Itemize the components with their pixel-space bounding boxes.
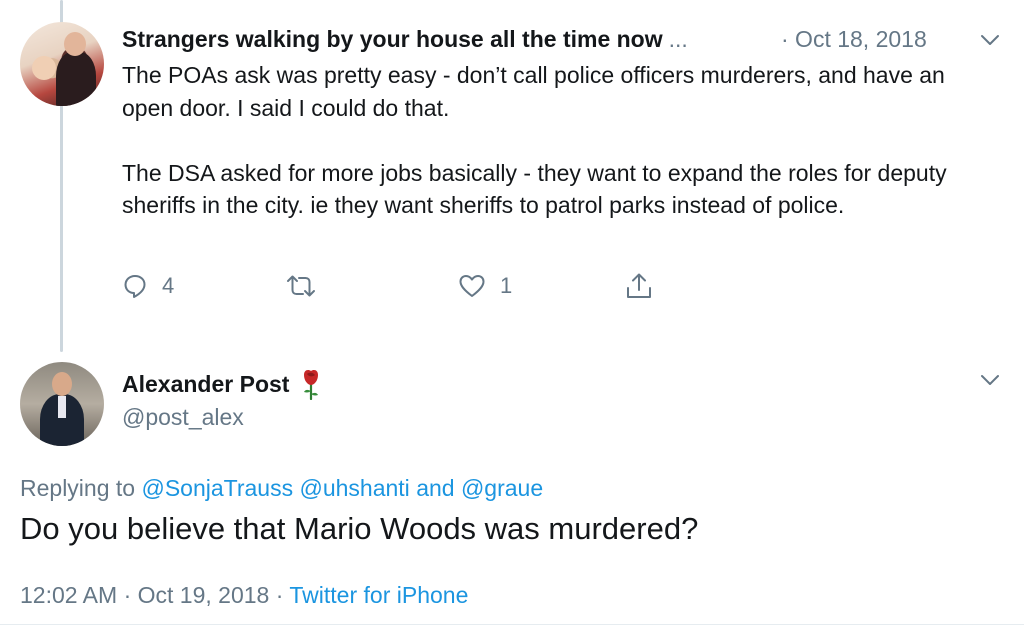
tweet2-date[interactable]: Oct 19, 2018 — [138, 582, 270, 608]
retweet-icon — [287, 275, 315, 297]
tweet2-display-name[interactable]: Alexander Post — [122, 368, 289, 400]
share-button[interactable] — [624, 268, 654, 304]
tweet1-display-name[interactable]: Strangers walking by your house all the … — [122, 26, 663, 52]
replying-prefix: Replying to — [20, 475, 136, 501]
retweet-button[interactable] — [286, 268, 330, 304]
replying-and: and — [416, 475, 455, 501]
tweet2-meta: 12:02 AM · Oct 19, 2018 · Twitter for iP… — [20, 579, 468, 611]
rose-icon — [304, 370, 319, 400]
share-icon — [627, 273, 651, 298]
avatar-face — [64, 32, 86, 56]
meta-separator: · — [275, 582, 284, 608]
avatar-child-face — [32, 56, 56, 80]
mention-link[interactable]: @uhshanti — [299, 475, 409, 501]
reply-count: 4 — [162, 273, 175, 298]
tweet1-paragraph: The DSA asked for more jobs basically - … — [122, 159, 947, 219]
tweet1-body: The POAs ask was pretty easy - don’t cal… — [122, 59, 1002, 222]
tweet2-name-row: Alexander Post — [122, 368, 323, 400]
avatar-figure — [56, 52, 96, 106]
tweet2-text: Do you believe that Mario Woods was murd… — [20, 511, 699, 546]
tweet2-time[interactable]: 12:02 AM — [20, 582, 117, 608]
divider — [0, 624, 1024, 625]
tweet1-paragraph: The POAs ask was pretty easy - don’t cal… — [122, 62, 945, 121]
mention-link[interactable]: @graue — [461, 475, 543, 501]
tweet2-handle[interactable]: @post_alex — [122, 401, 244, 433]
chevron-down-icon[interactable] — [978, 368, 1002, 392]
tweet1-date[interactable]: · Oct 18, 2018 — [781, 24, 927, 54]
avatar-shirt — [58, 396, 66, 418]
chevron-down-icon[interactable] — [978, 28, 1002, 52]
avatar-face — [52, 372, 72, 396]
tweet1-name-ellipsis: ... — [668, 26, 688, 52]
mention-link[interactable]: @SonjaTrauss — [141, 475, 293, 501]
tweet1-avatar[interactable] — [20, 22, 104, 106]
tweet2-source-link[interactable]: Twitter for iPhone — [289, 582, 468, 608]
meta-separator: · — [123, 582, 132, 608]
replying-to-line: Replying to @SonjaTrauss @uhshanti and @… — [20, 472, 543, 504]
heart-icon — [459, 275, 485, 297]
like-button[interactable]: 1 — [458, 268, 512, 304]
like-count: 1 — [500, 273, 513, 298]
tweet1-action-bar: 4 1 — [0, 268, 1024, 304]
reply-button[interactable]: 4 — [122, 268, 174, 304]
tweet2-avatar[interactable] — [20, 362, 104, 446]
reply-icon — [124, 275, 146, 298]
tweet1-header: Strangers walking by your house all the … — [122, 24, 688, 54]
